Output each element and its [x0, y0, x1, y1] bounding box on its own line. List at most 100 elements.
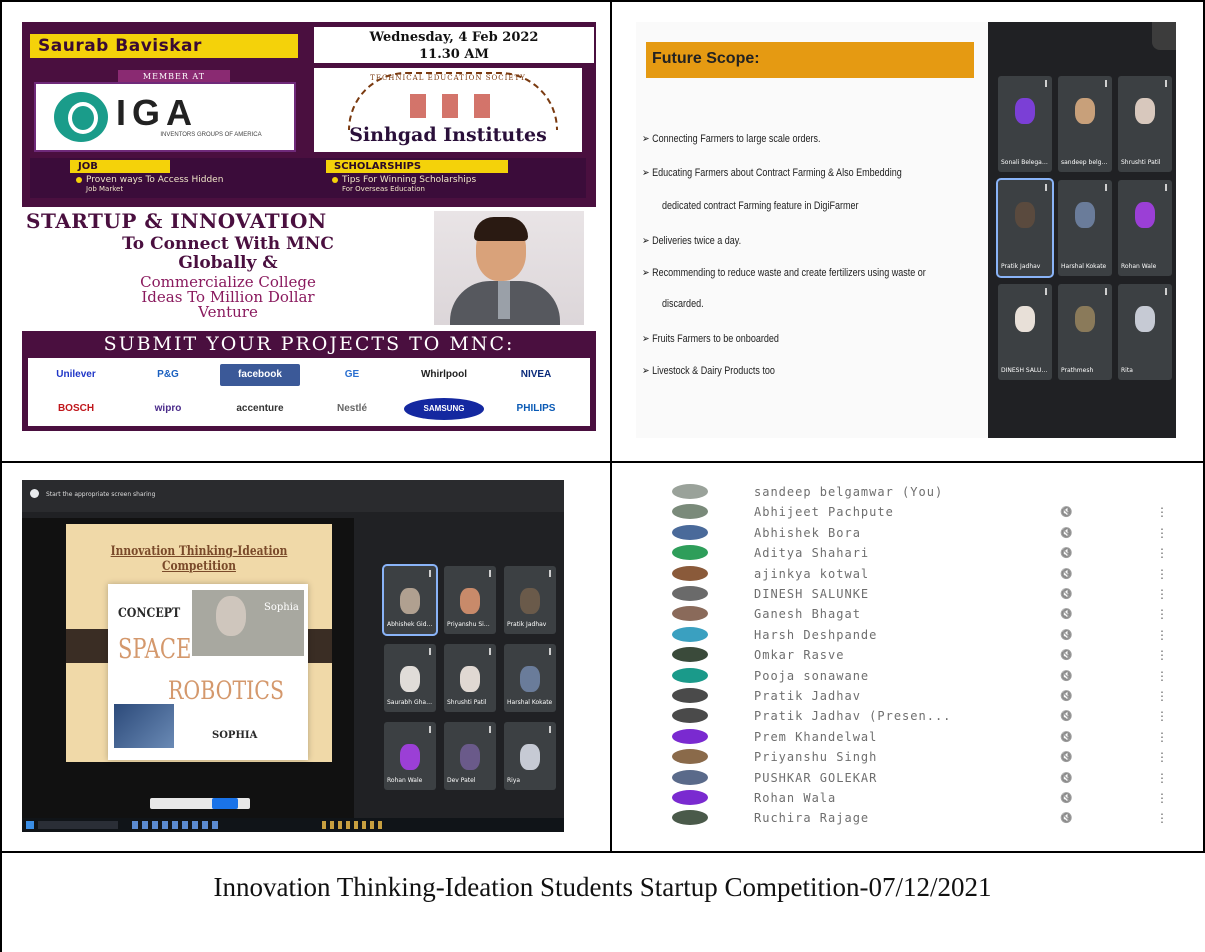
participant-tile[interactable]: Harshal Kokate: [504, 644, 556, 712]
mic-off-icon[interactable]: 🔇: [1060, 671, 1072, 682]
mic-off-icon[interactable]: 🔇: [1060, 548, 1072, 559]
mic-off-icon[interactable]: 🔇: [1060, 711, 1072, 722]
participant-tile[interactable]: Rita: [1118, 284, 1172, 380]
participant-row[interactable]: Harsh Deshpande 🔇 ⋮: [624, 625, 1186, 645]
participant-tile[interactable]: Pratik Jadhav: [504, 566, 556, 634]
participant-row[interactable]: ajinkya kotwal 🔇 ⋮: [624, 564, 1186, 584]
participant-tile[interactable]: Shrushti Patil: [444, 644, 496, 712]
mnc-logo: GE: [344, 369, 360, 380]
mic-off-icon[interactable]: 🔇: [1060, 752, 1072, 763]
mnc-logo: Whirlpool: [420, 369, 468, 380]
participant-tile[interactable]: Sonali Belegaonkar: [998, 76, 1052, 172]
mic-off-icon[interactable]: 🔇: [1060, 589, 1072, 600]
taskbar-apps[interactable]: [132, 821, 222, 829]
more-options-icon[interactable]: ⋮: [1156, 505, 1168, 519]
more-options-icon[interactable]: ⋮: [1156, 669, 1168, 683]
participant-row[interactable]: sandeep belgamwar (You): [624, 482, 1186, 502]
participant-name: Shrushti Patil: [1121, 159, 1161, 166]
more-options-icon[interactable]: ⋮: [1156, 628, 1168, 642]
mic-off-icon[interactable]: 🔇: [1060, 569, 1072, 580]
window-corner-button[interactable]: [1152, 22, 1176, 50]
sinhgad-label: Sinhgad Institutes: [349, 124, 547, 146]
job-scholarship-strip: JOB Proven ways To Access Hidden Job Mar…: [30, 158, 586, 198]
participant-row[interactable]: Aditya Shahari 🔇 ⋮: [624, 543, 1186, 563]
mic-icon: [429, 648, 431, 655]
mic-off-icon[interactable]: 🔇: [1060, 609, 1072, 620]
participant-tile[interactable]: Rohan Wale: [1118, 180, 1172, 276]
mnc-logo: accenture: [236, 403, 284, 414]
figure-caption: Innovation Thinking-Ideation Students St…: [213, 872, 992, 902]
mnc-logo: facebook: [220, 364, 300, 386]
participant-tile[interactable]: Dev Patel: [444, 722, 496, 790]
participant-name: Harsh Deshpande: [754, 627, 878, 642]
sophia-caption: SOPHIA: [212, 730, 258, 741]
job-text-line2: Job Market: [86, 185, 124, 193]
mnc-logo: Nestlé: [336, 403, 367, 414]
mic-off-icon[interactable]: 🔇: [1060, 630, 1072, 641]
more-options-icon[interactable]: ⋮: [1156, 648, 1168, 662]
participant-tile[interactable]: Abhishek Gidhadhe: [382, 564, 438, 636]
participant-tile[interactable]: Shrushti Patil: [1118, 76, 1172, 172]
participant-name: ajinkya kotwal: [754, 566, 870, 581]
participant-tile[interactable]: Prathmesh: [1058, 284, 1112, 380]
participant-row[interactable]: Ganesh Bhagat 🔇 ⋮: [624, 604, 1186, 624]
mic-off-icon[interactable]: 🔇: [1060, 691, 1072, 702]
more-options-icon[interactable]: ⋮: [1156, 526, 1168, 540]
participant-row[interactable]: Priyanshu Singh 🔇 ⋮: [624, 747, 1186, 767]
mic-icon: [1105, 288, 1107, 295]
mic-off-icon[interactable]: 🔇: [1060, 528, 1072, 539]
mic-off-icon[interactable]: 🔇: [1060, 773, 1072, 784]
participant-tile[interactable]: Saurabh Ghawale: [384, 644, 436, 712]
more-options-icon[interactable]: ⋮: [1156, 587, 1168, 601]
participant-row[interactable]: Prem Khandelwal 🔇 ⋮: [624, 727, 1186, 747]
mic-icon: [549, 570, 551, 577]
participant-tile[interactable]: Rohan Wale: [384, 722, 436, 790]
event-date: Wednesday, 4 Feb 2022 11.30 AM: [314, 27, 594, 63]
more-options-icon[interactable]: ⋮: [1156, 811, 1168, 825]
space-label: SPACE: [118, 634, 192, 665]
mic-off-icon[interactable]: 🔇: [1060, 732, 1072, 743]
slide-bullet-line: dedicated contract Farming feature in Di…: [662, 200, 859, 212]
participant-row[interactable]: Abhishek Bora 🔇 ⋮: [624, 523, 1186, 543]
iga-logo-subtext: INVENTORS GROUPS OF AMERICA: [160, 132, 262, 138]
participant-tile[interactable]: Priyanshu Singh: [444, 566, 496, 634]
more-options-icon[interactable]: ⋮: [1156, 730, 1168, 744]
participant-tile[interactable]: Pratik Jadhav: [996, 178, 1054, 278]
more-options-icon[interactable]: ⋮: [1156, 607, 1168, 621]
mic-off-icon[interactable]: 🔇: [1060, 813, 1072, 824]
participant-avatar: [672, 524, 708, 540]
participant-row[interactable]: Pratik Jadhav (Presen... 🔇 ⋮: [624, 706, 1186, 726]
more-options-icon[interactable]: ⋮: [1156, 567, 1168, 581]
participant-row[interactable]: Omkar Rasve 🔇 ⋮: [624, 645, 1186, 665]
more-options-icon[interactable]: ⋮: [1156, 771, 1168, 785]
stop-sharing-button[interactable]: [212, 798, 238, 809]
mic-off-icon[interactable]: 🔇: [1060, 793, 1072, 804]
participant-avatar: [672, 504, 708, 520]
more-options-icon[interactable]: ⋮: [1156, 689, 1168, 703]
participant-tile[interactable]: sandeep belgamwar: [1058, 76, 1112, 172]
mic-off-icon[interactable]: 🔇: [1060, 650, 1072, 661]
participant-row[interactable]: Abhijeet Pachpute 🔇 ⋮: [624, 502, 1186, 522]
participant-tile[interactable]: Riya: [504, 722, 556, 790]
participant-name: Harshal Kokate: [1061, 263, 1107, 270]
participant-avatar: [1135, 202, 1155, 228]
participant-row[interactable]: Pooja sonawane 🔇 ⋮: [624, 666, 1186, 686]
mic-icon: [429, 726, 431, 733]
more-options-icon[interactable]: ⋮: [1156, 750, 1168, 764]
more-options-icon[interactable]: ⋮: [1156, 791, 1168, 805]
participant-name: Sonali Belegaonkar: [1001, 159, 1049, 166]
participant-row[interactable]: Ruchira Rajage 🔇 ⋮: [624, 808, 1186, 828]
mic-off-icon[interactable]: 🔇: [1060, 507, 1072, 518]
participant-row[interactable]: PUSHKAR GOLEKAR 🔇 ⋮: [624, 768, 1186, 788]
more-options-icon[interactable]: ⋮: [1156, 709, 1168, 723]
participant-row[interactable]: DINESH SALUNKE 🔇 ⋮: [624, 584, 1186, 604]
participant-tile[interactable]: DINESH SALUNKE: [998, 284, 1052, 380]
speaker-hair-shape: [474, 217, 528, 241]
more-options-icon[interactable]: ⋮: [1156, 546, 1168, 560]
participant-name: Rohan Wala: [754, 791, 837, 805]
participant-row[interactable]: Pratik Jadhav 🔇 ⋮: [624, 686, 1186, 706]
start-icon[interactable]: [26, 821, 34, 829]
participant-row[interactable]: Rohan Wala 🔇 ⋮: [624, 788, 1186, 808]
participant-tile[interactable]: Harshal Kokate: [1058, 180, 1112, 276]
taskbar-search-input[interactable]: [38, 821, 118, 829]
